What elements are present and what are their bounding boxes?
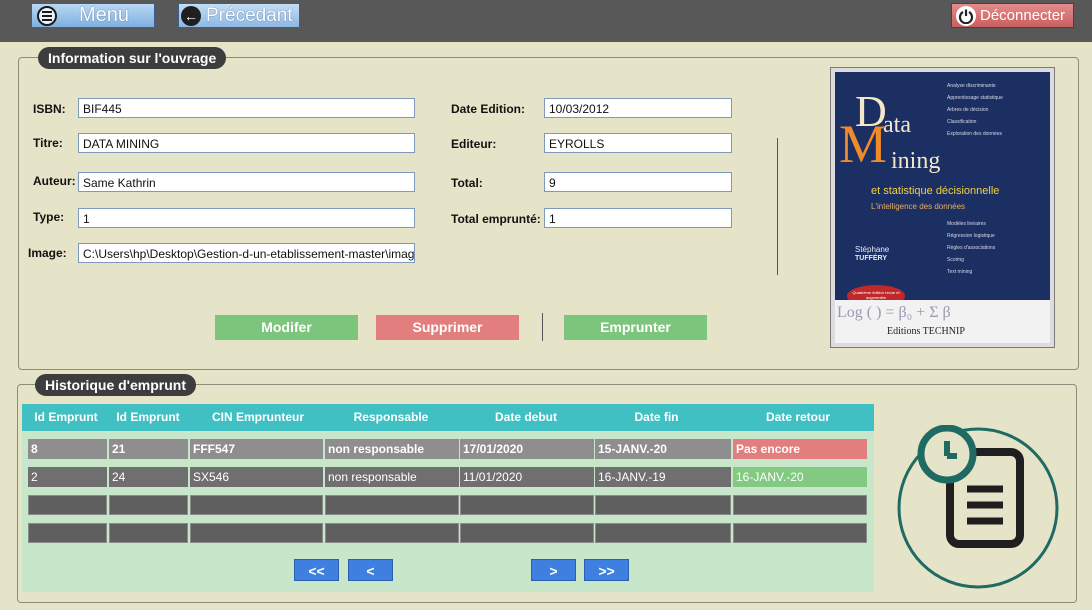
editeur-field[interactable]: EYROLLS	[544, 133, 732, 153]
cover-publisher: Editions TECHNIP	[887, 326, 965, 337]
empty-cell[interactable]	[460, 495, 594, 515]
empty-cell[interactable]	[109, 495, 188, 515]
column-header[interactable]: Date retour	[732, 404, 864, 431]
date-edition-label: Date Edition:	[451, 102, 525, 116]
titre-field[interactable]: DATA MINING	[78, 133, 415, 153]
hamburger-icon	[37, 5, 57, 26]
delete-button[interactable]: Supprimer	[376, 315, 519, 340]
logout-label: Déconnecter	[980, 7, 1066, 24]
empty-cell[interactable]	[109, 523, 188, 543]
cover-tagline: L'intelligence des données	[871, 202, 966, 211]
table-cell[interactable]: non responsable	[325, 467, 459, 487]
book-info-title: Information sur l'ouvrage	[38, 47, 227, 69]
logout-button[interactable]: Déconnecter	[951, 3, 1074, 28]
table-cell[interactable]: 16-JANV.-20	[733, 467, 867, 487]
empty-cell[interactable]	[325, 523, 459, 543]
previous-page-button[interactable]: <	[348, 559, 393, 581]
table-cell[interactable]: 15-JANV.-20	[595, 439, 731, 459]
table-cell[interactable]: 11/01/2020	[460, 467, 594, 487]
cover-topic: Modèles linéaires	[947, 221, 986, 227]
editeur-label: Editeur:	[451, 137, 497, 151]
cover-title-ata: ata	[883, 112, 911, 138]
document-clock-icon	[895, 424, 1061, 591]
empty-cell[interactable]	[28, 523, 107, 543]
empty-cell[interactable]	[460, 523, 594, 543]
previous-button[interactable]: ← Précedant	[178, 3, 300, 28]
cover-topic: Apprentissage statistique	[947, 95, 1003, 101]
power-icon	[956, 5, 976, 26]
history-table: Id Emprunt Id Emprunt CIN Emprunteur Res…	[22, 404, 874, 592]
empty-cell[interactable]	[595, 495, 731, 515]
next-page-button[interactable]: >	[531, 559, 576, 581]
cover-author-last: TUFFÉRY	[855, 255, 888, 262]
first-page-button[interactable]: <<	[294, 559, 339, 581]
empty-cell[interactable]	[28, 495, 107, 515]
table-cell[interactable]: SX546	[190, 467, 323, 487]
total-emprunte-field[interactable]: 1	[544, 208, 732, 228]
cover-topic: Règles d'associations	[947, 245, 996, 251]
empty-cell[interactable]	[733, 495, 867, 515]
cover-subtitle: et statistique décisionnelle	[871, 185, 1000, 197]
cover-topic: Analyse discriminante	[947, 83, 996, 89]
empty-cell[interactable]	[325, 495, 459, 515]
titre-label: Titre:	[33, 136, 63, 150]
top-bar: Menu ← Précedant Déconnecter	[0, 0, 1092, 42]
date-edition-field[interactable]: 10/03/2012	[544, 98, 732, 118]
history-title: Historique d'emprunt	[35, 374, 196, 396]
table-cell[interactable]: 2	[28, 467, 107, 487]
last-page-button[interactable]: >>	[584, 559, 629, 581]
table-cell[interactable]: non responsable	[325, 439, 459, 459]
cover-author-first: Stéphane	[855, 245, 890, 254]
cover-topic: Régression logistique	[947, 233, 995, 239]
column-header[interactable]: Id Emprunt	[109, 404, 187, 431]
table-header: Id Emprunt Id Emprunt CIN Emprunteur Res…	[22, 404, 874, 431]
empty-cell[interactable]	[733, 523, 867, 543]
total-emprunte-label: Total emprunté:	[451, 212, 541, 226]
table-cell[interactable]: Pas encore	[733, 439, 867, 459]
previous-label: Précedant	[206, 4, 293, 26]
total-field[interactable]: 9	[544, 172, 732, 192]
isbn-label: ISBN:	[33, 102, 66, 116]
menu-label: Menu	[79, 4, 130, 26]
auteur-field[interactable]: Same Kathrin	[78, 172, 415, 192]
modify-button[interactable]: Modifer	[215, 315, 358, 340]
column-header[interactable]: CIN Emprunteur	[188, 404, 328, 431]
action-divider	[542, 313, 543, 341]
table-cell[interactable]: 17/01/2020	[460, 439, 594, 459]
cover-title-m: M	[839, 114, 888, 174]
column-header[interactable]: Responsable	[324, 404, 458, 431]
empty-cell[interactable]	[595, 523, 731, 543]
table-cell[interactable]: FFF547	[190, 439, 323, 459]
isbn-field[interactable]: BIF445	[78, 98, 415, 118]
cover-topic: Text mining	[947, 269, 973, 275]
image-field[interactable]: C:\Users\hp\Desktop\Gestion-d-un-etablis…	[78, 243, 415, 263]
vertical-divider	[777, 138, 778, 275]
menu-button[interactable]: Menu	[31, 3, 155, 28]
cover-topic: Exploration des données	[947, 131, 1003, 137]
column-header[interactable]: Date fin	[594, 404, 719, 431]
table-cell[interactable]: 24	[109, 467, 188, 487]
borrow-button[interactable]: Emprunter	[564, 315, 707, 340]
table-cell[interactable]: 8	[28, 439, 107, 459]
auteur-label: Auteur:	[33, 174, 76, 188]
column-header[interactable]: Id Emprunt	[22, 404, 110, 431]
table-cell[interactable]: 16-JANV.-19	[595, 467, 731, 487]
image-label: Image:	[28, 246, 67, 260]
cover-topic: Arbres de décision	[947, 107, 989, 113]
empty-cell[interactable]	[190, 495, 323, 515]
arrow-left-circle-icon: ←	[181, 5, 201, 26]
cover-topic: Scoring	[947, 257, 964, 263]
total-label: Total:	[451, 176, 483, 190]
cover-title-ining: ining	[891, 148, 941, 174]
table-cell[interactable]: 21	[109, 439, 188, 459]
cover-formula: Log ( ) = β₀ + Σ β	[837, 304, 951, 321]
type-label: Type:	[33, 210, 65, 224]
book-cover-image: D ata M ining et statistique décisionnel…	[830, 67, 1055, 348]
column-header[interactable]: Date debut	[459, 404, 593, 431]
empty-cell[interactable]	[190, 523, 323, 543]
cover-topic: Classification	[947, 119, 977, 125]
type-field[interactable]: 1	[78, 208, 415, 228]
